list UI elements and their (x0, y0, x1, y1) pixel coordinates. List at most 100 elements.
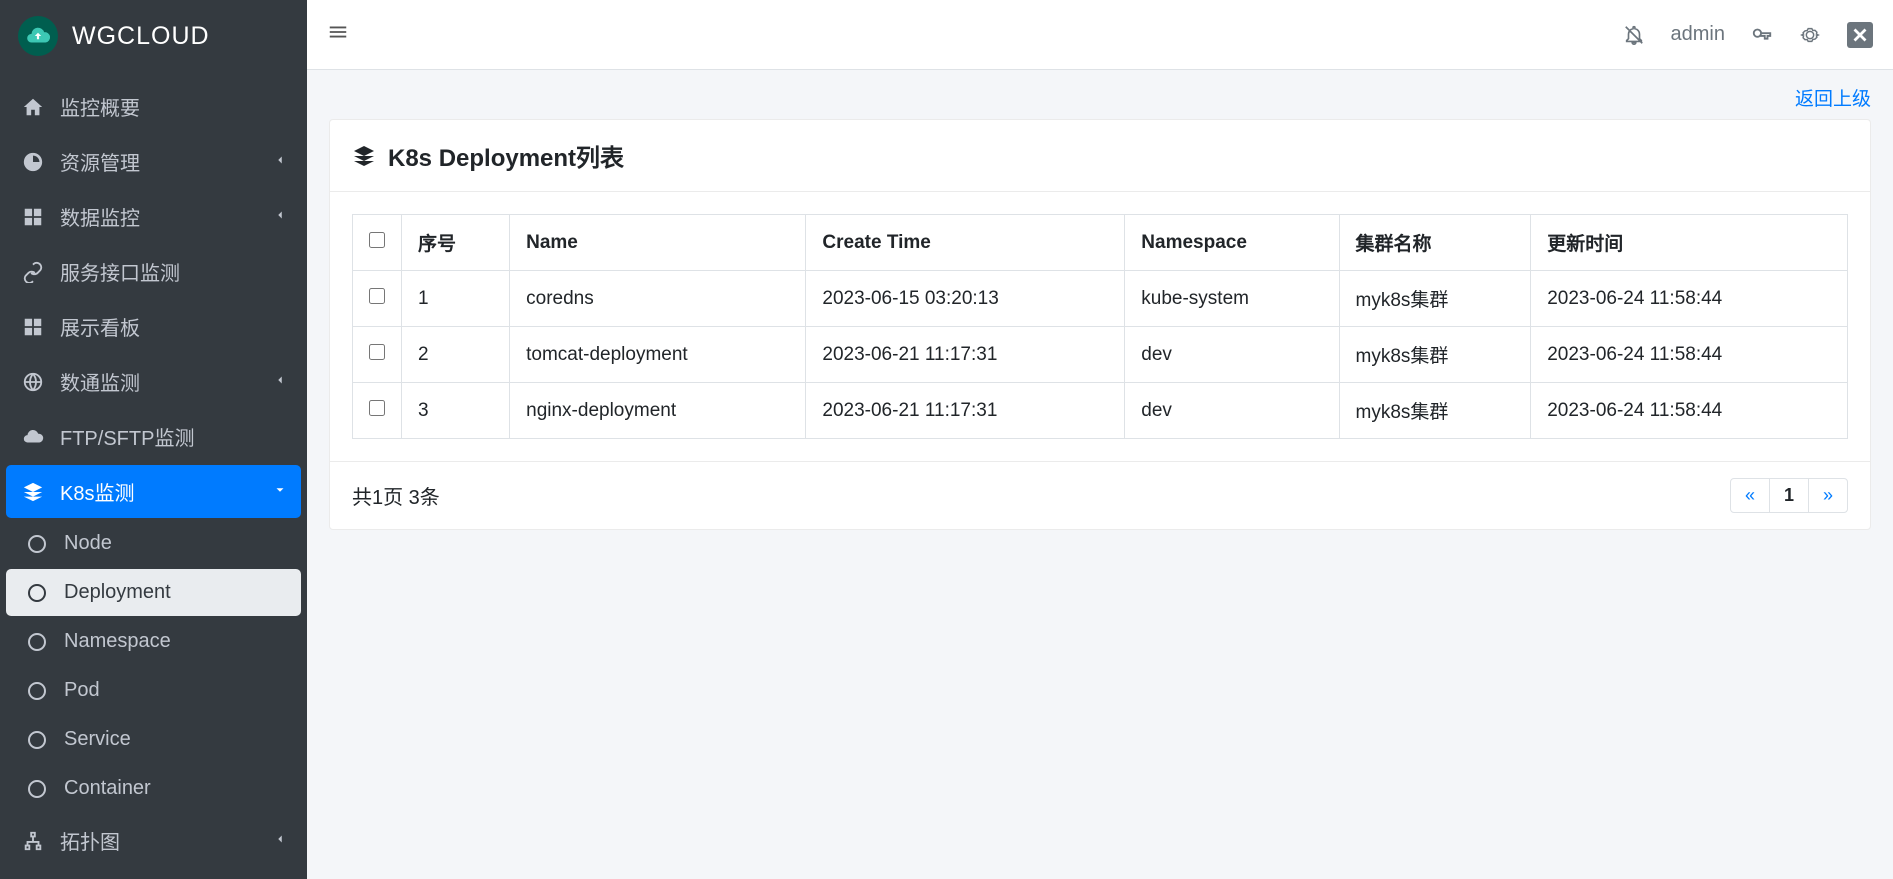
menu-toggle-button[interactable] (327, 30, 349, 47)
pagination-page-1[interactable]: 1 (1769, 478, 1809, 513)
cell-name: tomcat-deployment (510, 327, 806, 383)
sitemap-icon (20, 828, 46, 854)
sidebar-item-label: 资源管理 (60, 147, 140, 176)
cell-index: 2 (402, 327, 510, 383)
table-row: 2 tomcat-deployment 2023-06-21 11:17:31 … (353, 327, 1848, 383)
home-icon (20, 94, 46, 120)
row-checkbox[interactable] (369, 288, 385, 304)
sidebar-item-label: 数据监控 (60, 202, 140, 231)
chevron-down-icon (273, 480, 287, 503)
pagination-prev[interactable]: « (1730, 478, 1770, 513)
cell-namespace: kube-system (1125, 271, 1339, 327)
sidebar-item-label: 监控概要 (60, 92, 140, 121)
deployment-table: 序号 Name Create Time Namespace 集群名称 更新时间 (352, 214, 1848, 439)
sidebar-item-topology[interactable]: 拓扑图 (6, 814, 301, 867)
sidebar-subitem-label: Namespace (64, 630, 171, 653)
chevron-left-icon (273, 829, 287, 852)
cell-index: 1 (402, 271, 510, 327)
layers-icon (352, 144, 376, 168)
card-header: K8s Deployment列表 (330, 120, 1870, 192)
sidebar-subitem-label: Service (64, 728, 131, 751)
chevron-left-icon (273, 205, 287, 228)
sidebar-item-label: 服务接口监测 (60, 257, 180, 286)
sidebar-nav: 监控概要 资源管理 数据监控 服务接口监测 展示看板 (0, 72, 307, 877)
sidebar-subitem-deployment[interactable]: Deployment (6, 569, 301, 616)
sidebar-item-overview[interactable]: 监控概要 (6, 80, 301, 133)
sidebar-item-display-board[interactable]: 展示看板 (6, 300, 301, 353)
cloud-icon (20, 424, 46, 450)
row-checkbox[interactable] (369, 344, 385, 360)
content: 返回上级 K8s Deployment列表 序号 Name Create Tim… (307, 70, 1893, 879)
sidebar-subitem-label: Node (64, 532, 112, 555)
table-header: Create Time (806, 215, 1125, 271)
cell-create-time: 2023-06-21 11:17:31 (806, 383, 1125, 439)
topbar-user-label[interactable]: admin (1671, 23, 1725, 46)
brand[interactable]: WGCLOUD (0, 0, 307, 72)
sidebar-subitem-label: Pod (64, 679, 100, 702)
sidebar-subitem-pod[interactable]: Pod (6, 667, 301, 714)
table-header: Name (510, 215, 806, 271)
cell-cluster: myk8s集群 (1339, 383, 1531, 439)
cell-name: nginx-deployment (510, 383, 806, 439)
cell-namespace: dev (1125, 327, 1339, 383)
row-checkbox[interactable] (369, 400, 385, 416)
select-all-checkbox[interactable] (369, 232, 385, 248)
sidebar-item-service-api[interactable]: 服务接口监测 (6, 245, 301, 298)
sidebar-item-ftp[interactable]: FTP/SFTP监测 (6, 410, 301, 463)
sidebar: WGCLOUD 监控概要 资源管理 数据监控 服务接口监测 (0, 0, 307, 879)
dashboard-icon (20, 149, 46, 175)
cell-index: 3 (402, 383, 510, 439)
sidebar-subitem-namespace[interactable]: Namespace (6, 618, 301, 665)
sidebar-item-label: 数通监测 (60, 367, 140, 396)
table-header: 集群名称 (1339, 215, 1531, 271)
cell-cluster: myk8s集群 (1339, 327, 1531, 383)
card: K8s Deployment列表 序号 Name Create Time Nam… (329, 119, 1871, 530)
circle-icon (28, 731, 46, 749)
table-row: 3 nginx-deployment 2023-06-21 11:17:31 d… (353, 383, 1848, 439)
sidebar-submenu-k8s: Node Deployment Namespace Pod Service Co… (6, 520, 301, 812)
sidebar-subitem-container[interactable]: Container (6, 765, 301, 812)
grid-icon (20, 314, 46, 340)
cell-create-time: 2023-06-21 11:17:31 (806, 327, 1125, 383)
card-title: K8s Deployment列表 (388, 138, 624, 173)
chevron-left-icon (273, 150, 287, 173)
back-link[interactable]: 返回上级 (1795, 89, 1871, 110)
pagination-summary: 共1页 3条 (352, 481, 440, 510)
sidebar-subitem-node[interactable]: Node (6, 520, 301, 567)
close-button[interactable] (1847, 22, 1873, 48)
circle-icon (28, 682, 46, 700)
circle-icon (28, 633, 46, 651)
cell-create-time: 2023-06-15 03:20:13 (806, 271, 1125, 327)
cell-name: coredns (510, 271, 806, 327)
globe-icon (20, 369, 46, 395)
circle-icon (28, 584, 46, 602)
grid-icon (20, 204, 46, 230)
key-icon[interactable] (1751, 24, 1773, 46)
circle-icon (28, 535, 46, 553)
sidebar-subitem-label: Deployment (64, 581, 171, 604)
pagination-next[interactable]: » (1808, 478, 1848, 513)
chevron-left-icon (273, 370, 287, 393)
sidebar-subitem-service[interactable]: Service (6, 716, 301, 763)
sidebar-item-label: 拓扑图 (60, 826, 120, 855)
cell-update-time: 2023-06-24 11:58:44 (1531, 383, 1848, 439)
table-row: 1 coredns 2023-06-15 03:20:13 kube-syste… (353, 271, 1848, 327)
sidebar-item-network-monitor[interactable]: 数通监测 (6, 355, 301, 408)
brand-name: WGCLOUD (72, 22, 210, 51)
layers-icon (20, 479, 46, 505)
sidebar-item-resources[interactable]: 资源管理 (6, 135, 301, 188)
pagination: « 1 » (1731, 478, 1848, 513)
sidebar-item-data-monitor[interactable]: 数据监控 (6, 190, 301, 243)
table-header: Namespace (1125, 215, 1339, 271)
main: admin 返回上级 K8s Deployment列表 (307, 0, 1893, 879)
cell-namespace: dev (1125, 383, 1339, 439)
notifications-off-icon[interactable] (1623, 24, 1645, 46)
cell-cluster: myk8s集群 (1339, 271, 1531, 327)
cell-update-time: 2023-06-24 11:58:44 (1531, 327, 1848, 383)
table-header-row: 序号 Name Create Time Namespace 集群名称 更新时间 (353, 215, 1848, 271)
brand-logo-icon (18, 16, 58, 56)
sidebar-item-k8s[interactable]: K8s监测 (6, 465, 301, 518)
gear-icon[interactable] (1799, 24, 1821, 46)
link-icon (20, 259, 46, 285)
cell-update-time: 2023-06-24 11:58:44 (1531, 271, 1848, 327)
